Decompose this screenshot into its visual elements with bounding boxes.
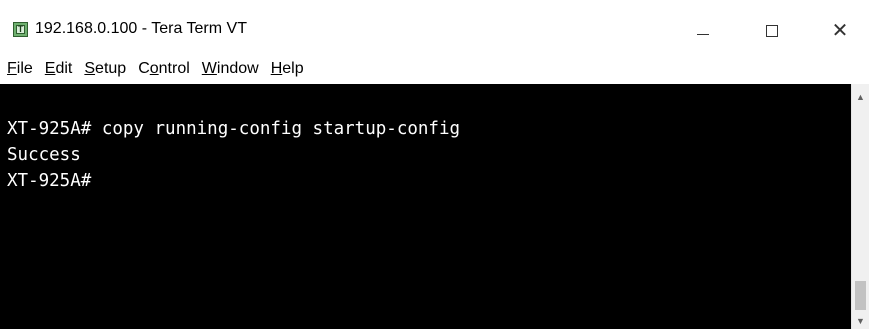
terminal-line: XT-925A#: [7, 171, 92, 191]
maximize-button[interactable]: [749, 12, 795, 50]
menu-help-rest: elp: [282, 59, 304, 77]
menu-edit[interactable]: Edit: [39, 58, 79, 80]
menu-edit-rest: dit: [55, 59, 73, 77]
minimize-icon: [697, 33, 709, 35]
menu-setup-mnemonic: S: [84, 59, 96, 77]
menu-file-mnemonic: F: [7, 59, 17, 77]
menu-window-rest: indow: [216, 59, 259, 77]
menu-control-rest: ntrol: [158, 59, 190, 77]
menu-window-mnemonic: W: [201, 59, 217, 77]
scroll-down-arrow-icon[interactable]: ▼: [852, 312, 869, 329]
close-icon: ✕: [831, 20, 849, 42]
menu-control[interactable]: Control: [132, 58, 196, 80]
app-icon-glyph: T: [17, 24, 24, 34]
scroll-up-arrow-icon[interactable]: ▲: [852, 88, 869, 105]
menu-edit-mnemonic: E: [44, 59, 56, 77]
menu-control-pre: C: [138, 59, 150, 77]
terminal-line: XT-925A# copy running-config startup-con…: [7, 119, 461, 139]
menu-bar: File Edit Setup Control Window Help: [0, 54, 869, 83]
terminal-screen[interactable]: XT-925A# copy running-config startup-con…: [0, 84, 851, 329]
menu-file-rest: ile: [16, 59, 33, 77]
menu-help-mnemonic: H: [270, 59, 283, 77]
menu-file[interactable]: File: [0, 58, 39, 80]
scroll-thumb[interactable]: [855, 281, 866, 310]
tera-term-app-icon[interactable]: T: [13, 22, 28, 37]
minimize-button[interactable]: [680, 12, 726, 50]
menu-window[interactable]: Window: [196, 58, 265, 80]
menu-help[interactable]: Help: [265, 58, 310, 80]
maximize-icon: [766, 25, 778, 37]
menu-control-mnemonic: o: [149, 59, 159, 77]
tera-term-window: T 192.168.0.100 - Tera Term VT ✕ File Ed…: [0, 0, 869, 329]
close-button[interactable]: ✕: [817, 12, 863, 50]
menu-setup-rest: etup: [95, 59, 127, 77]
window-title: 192.168.0.100 - Tera Term VT: [35, 20, 247, 37]
title-bar[interactable]: T 192.168.0.100 - Tera Term VT ✕: [0, 0, 869, 54]
vertical-scrollbar[interactable]: ▲ ▼: [851, 84, 869, 329]
menu-setup[interactable]: Setup: [78, 58, 132, 80]
terminal-line: Success: [7, 145, 81, 165]
